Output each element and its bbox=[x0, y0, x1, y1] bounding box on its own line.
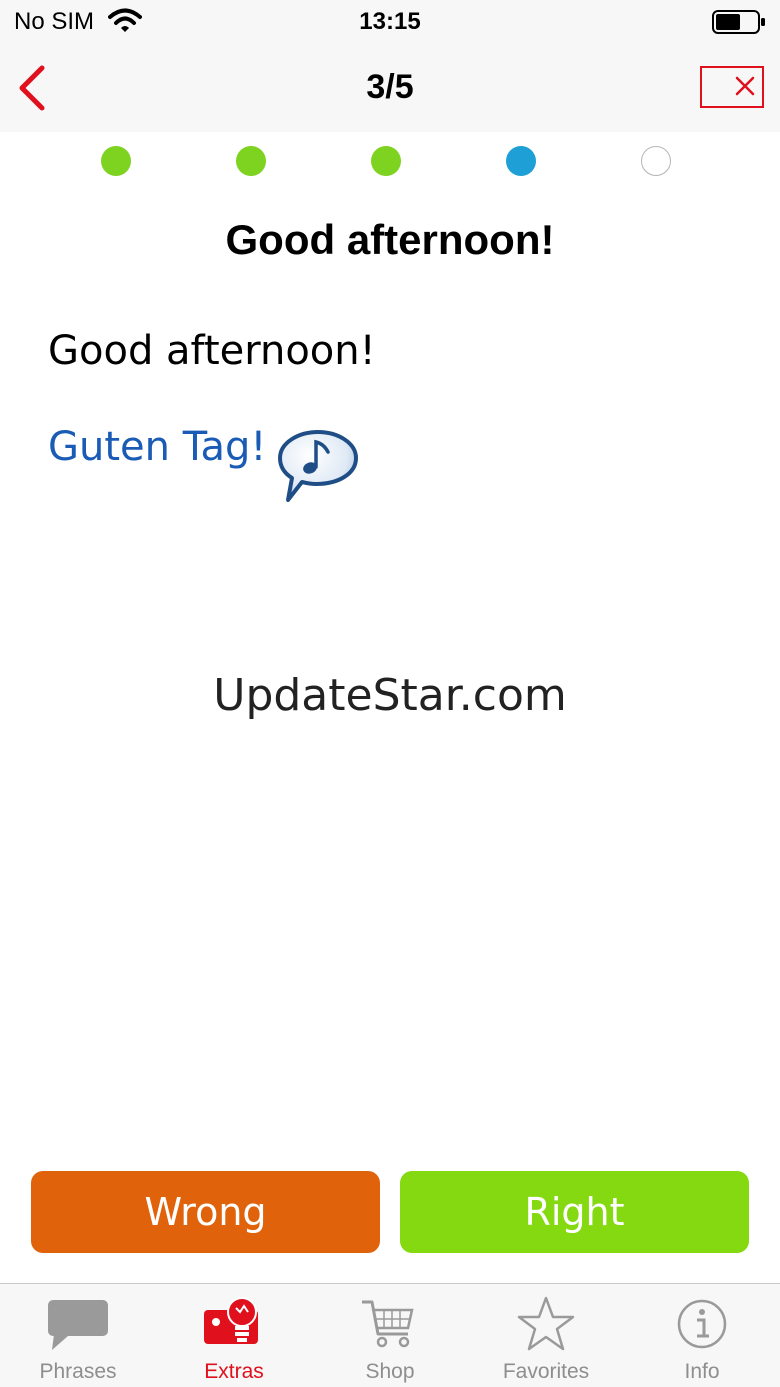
clock: 13:15 bbox=[359, 8, 421, 35]
progress-dot-3 bbox=[371, 146, 401, 176]
tab-label-favorites: Favorites bbox=[502, 1360, 590, 1383]
card-heading: Good afternoon! bbox=[225, 216, 555, 263]
progress-dot-2 bbox=[236, 146, 266, 176]
tab-info[interactable]: Info bbox=[624, 1284, 780, 1387]
tab-extras[interactable]: Extras bbox=[156, 1284, 312, 1387]
speech-bubble-icon bbox=[48, 1300, 108, 1350]
wrong-button[interactable]: Wrong bbox=[31, 1171, 380, 1253]
info-icon bbox=[677, 1299, 727, 1349]
watermark-text: UpdateStar.com bbox=[213, 670, 567, 721]
target-phrase: Guten Tag! bbox=[48, 424, 267, 470]
tab-favorites[interactable]: Favorites bbox=[468, 1284, 624, 1387]
nav-bar: 3/5 bbox=[0, 44, 780, 132]
tab-label-extras: Extras bbox=[204, 1360, 264, 1383]
progress-dots bbox=[0, 146, 780, 178]
tab-phrases[interactable]: Phrases bbox=[0, 1284, 156, 1387]
lightbulb-icon bbox=[204, 1297, 258, 1344]
tab-label-shop: Shop bbox=[365, 1360, 415, 1383]
right-button[interactable]: Right bbox=[400, 1171, 749, 1253]
progress-dot-1 bbox=[101, 146, 131, 176]
source-phrase: Good afternoon! bbox=[48, 328, 376, 374]
star-icon bbox=[517, 1296, 575, 1351]
tab-label-phrases: Phrases bbox=[39, 1360, 117, 1383]
tab-shop[interactable]: Shop bbox=[312, 1284, 468, 1387]
close-button[interactable] bbox=[700, 66, 764, 108]
progress-dot-5 bbox=[641, 146, 671, 176]
tab-bar: Phrases Extras Shop Favorites Info bbox=[0, 1283, 780, 1387]
cart-icon bbox=[362, 1300, 414, 1348]
battery-icon bbox=[712, 10, 765, 34]
play-audio-icon[interactable] bbox=[276, 428, 360, 504]
progress-dot-4 bbox=[506, 146, 536, 176]
tab-label-info: Info bbox=[684, 1360, 720, 1383]
page-title: 3/5 bbox=[366, 68, 414, 106]
status-bar: No SIM 13:15 bbox=[0, 0, 780, 44]
